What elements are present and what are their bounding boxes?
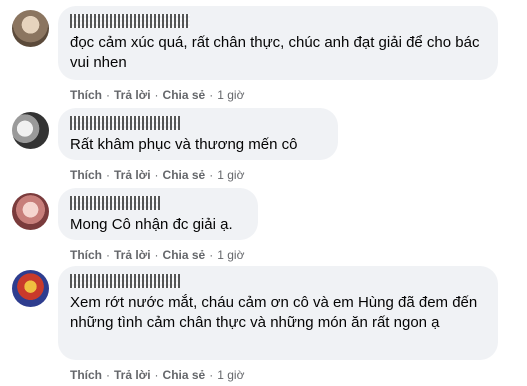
share-link[interactable]: Chia sẻ: [163, 368, 206, 382]
like-link[interactable]: Thích: [70, 168, 102, 182]
like-link[interactable]: Thích: [70, 368, 102, 382]
like-link[interactable]: Thích: [70, 88, 102, 102]
share-link[interactable]: Chia sẻ: [163, 248, 206, 262]
timestamp[interactable]: 1 giờ: [217, 368, 244, 382]
timestamp[interactable]: 1 giờ: [217, 168, 244, 182]
comment-actions: Thích · Trả lời · Chia sẻ · 1 giờ: [70, 248, 245, 262]
commenter-name-obscured[interactable]: [70, 196, 160, 210]
commenter-name-obscured[interactable]: [70, 274, 180, 288]
comment-bubble: Mong Cô nhận đc giải ạ.: [58, 188, 258, 240]
reply-link[interactable]: Trả lời: [114, 88, 151, 102]
reply-link[interactable]: Trả lời: [114, 368, 151, 382]
timestamp[interactable]: 1 giờ: [217, 88, 244, 102]
timestamp[interactable]: 1 giờ: [217, 248, 244, 262]
like-link[interactable]: Thích: [70, 248, 102, 262]
avatar[interactable]: [12, 270, 49, 307]
comment-text: Xem rớt nước mắt, cháu cảm ơn cô và em H…: [70, 294, 482, 331]
comment-text: Mong Cô nhận đc giải ạ.: [70, 216, 233, 233]
commenter-name-obscured[interactable]: [70, 14, 190, 28]
share-link[interactable]: Chia sẻ: [163, 168, 206, 182]
comment-bubble: đọc cảm xúc quá, rất chân thực, chúc anh…: [58, 6, 498, 80]
commenter-name-obscured[interactable]: [70, 116, 180, 130]
avatar[interactable]: [12, 10, 49, 47]
comment-actions: Thích · Trả lời · Chia sẻ · 1 giờ: [70, 168, 245, 182]
avatar[interactable]: [12, 112, 49, 149]
comment-bubble: Rất khâm phục và thương mến cô: [58, 108, 338, 160]
comment-actions: Thích · Trả lời · Chia sẻ · 1 giờ: [70, 88, 245, 102]
reply-link[interactable]: Trả lời: [114, 168, 151, 182]
avatar[interactable]: [12, 193, 49, 230]
comment-actions: Thích · Trả lời · Chia sẻ · 1 giờ: [70, 368, 245, 382]
reply-link[interactable]: Trả lời: [114, 248, 151, 262]
comment-text: Rất khâm phục và thương mến cô: [70, 136, 298, 153]
share-link[interactable]: Chia sẻ: [163, 88, 206, 102]
comment-text: đọc cảm xúc quá, rất chân thực, chúc anh…: [70, 34, 484, 71]
comment-bubble: Xem rớt nước mắt, cháu cảm ơn cô và em H…: [58, 266, 498, 360]
